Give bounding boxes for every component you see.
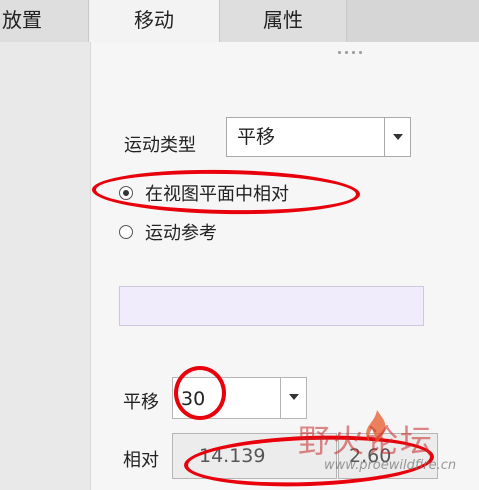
radio-selected-icon[interactable] xyxy=(119,186,133,200)
left-column xyxy=(0,42,90,490)
radio-label: 在视图平面中相对 xyxy=(145,184,289,205)
watermark-text: 野火论坛 xyxy=(298,422,435,460)
motion-type-dropdown[interactable]: 平移 xyxy=(226,117,411,157)
watermark: 野火论坛 www.proewildfire.cn xyxy=(298,408,478,488)
radio-unselected-icon[interactable] xyxy=(119,225,133,239)
watermark-url: www.proewildfire.cn xyxy=(324,458,457,473)
relative-value-1: 14.139 xyxy=(199,445,266,467)
tab-bar: 放置 移动 属性 xyxy=(0,0,479,42)
tab-move[interactable]: 移动 xyxy=(89,0,219,42)
translate-label: 平移 xyxy=(123,392,159,413)
translate-input[interactable]: 30 xyxy=(172,377,307,419)
tab-bar-filler xyxy=(347,0,479,42)
radio-label: 运动参考 xyxy=(145,223,217,244)
tab-placement[interactable]: 放置 xyxy=(0,0,90,42)
relative-label: 相对 xyxy=(123,450,159,471)
motion-type-value: 平移 xyxy=(237,126,276,148)
chevron-down-icon[interactable] xyxy=(384,118,410,156)
motion-reference-collector[interactable] xyxy=(119,286,424,326)
motion-type-label: 运动类型 xyxy=(124,135,196,156)
radio-relative-in-view-plane[interactable]: 在视图平面中相对 xyxy=(119,180,289,206)
panel-drag-handle[interactable] xyxy=(338,51,368,57)
tab-properties[interactable]: 属性 xyxy=(220,0,346,42)
radio-motion-reference[interactable]: 运动参考 xyxy=(119,219,217,245)
translate-value: 30 xyxy=(181,388,206,410)
